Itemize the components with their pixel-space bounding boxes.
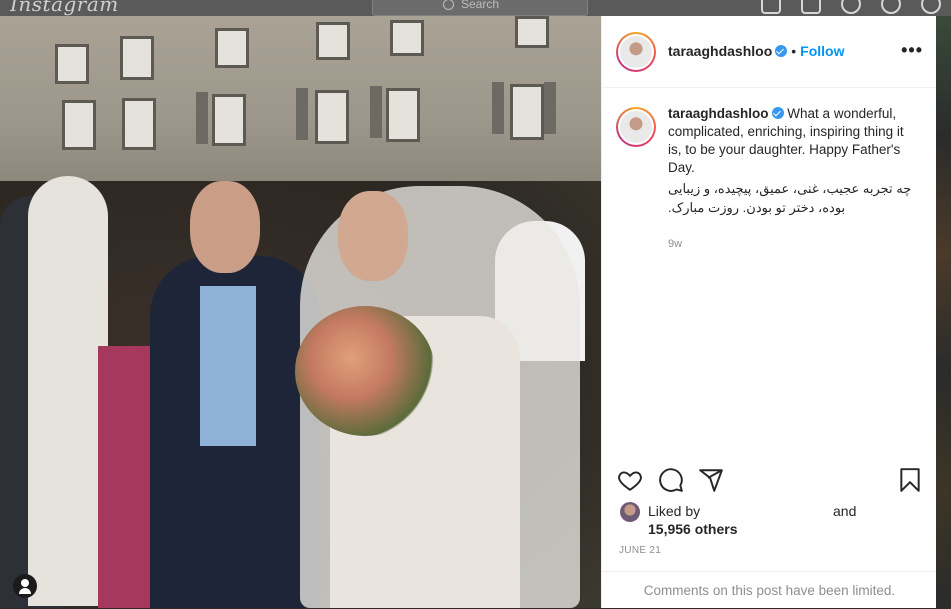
nav-icons — [761, 0, 941, 14]
heart-icon[interactable] — [881, 0, 901, 14]
caption-username[interactable]: taraaghdashloo — [668, 106, 769, 121]
save-bookmark-icon[interactable] — [897, 467, 923, 493]
verified-badge-icon — [771, 107, 784, 119]
author-avatar[interactable] — [616, 32, 656, 72]
header-author-row: taraaghdashloo • Follow — [668, 43, 844, 61]
photo-shutter — [196, 92, 208, 144]
photo-window — [62, 100, 96, 150]
photo-window — [316, 22, 350, 60]
tagged-users-icon[interactable] — [13, 574, 37, 598]
background-next-post — [936, 16, 951, 608]
separator-dot: • — [791, 43, 797, 59]
photo-bouquet — [295, 306, 435, 436]
verified-badge-icon — [775, 45, 788, 57]
photo-guest — [28, 176, 108, 606]
caption-time-ago[interactable]: 9w — [668, 235, 918, 253]
home-icon[interactable] — [761, 0, 781, 14]
photo-building — [0, 16, 601, 191]
liker-avatar[interactable] — [620, 502, 640, 522]
photo-shutter — [492, 82, 504, 134]
top-nav-bar: Instagram Search — [0, 0, 951, 16]
caption-text-fa-line2: بوده، دختر تو بودن. روزت مبارک. — [668, 200, 846, 215]
photo-window — [390, 20, 424, 56]
action-bar — [602, 464, 937, 500]
explore-icon[interactable] — [841, 0, 861, 14]
instagram-logo[interactable]: Instagram — [10, 0, 119, 16]
photo-father-head — [190, 181, 260, 273]
like-heart-icon[interactable] — [617, 467, 643, 493]
photo-window — [510, 84, 544, 140]
photo-father-shirt — [200, 286, 256, 446]
liked-by-and: and — [833, 503, 857, 519]
post-date[interactable]: JUNE 21 — [619, 545, 661, 556]
post-side-panel: taraaghdashloo • Follow ••• taraaghdashloo… — [601, 16, 937, 608]
photo-window — [215, 28, 249, 68]
direct-icon[interactable] — [801, 0, 821, 14]
photo-window — [120, 36, 154, 80]
caption-avatar[interactable] — [616, 107, 656, 147]
liked-by-label: Liked by — [648, 503, 701, 519]
profile-avatar[interactable] — [921, 0, 941, 14]
photo-shutter — [544, 82, 556, 134]
comment-icon[interactable] — [658, 467, 684, 493]
photo-bride-head — [338, 191, 408, 281]
photo-window — [315, 90, 349, 144]
comments-limited-notice: Comments on this post have been limited. — [602, 571, 937, 609]
share-icon[interactable] — [698, 467, 724, 493]
likes-others-count[interactable]: 15,956 others — [648, 520, 738, 538]
photo-shutter — [296, 88, 308, 140]
photo-window — [386, 88, 420, 142]
follow-button[interactable]: Follow — [800, 43, 844, 59]
photo-window — [515, 16, 549, 48]
more-options-icon[interactable]: ••• — [901, 40, 923, 61]
post-header: taraaghdashloo • Follow ••• — [602, 16, 937, 88]
photo-shutter — [370, 86, 382, 138]
search-input[interactable]: Search — [372, 0, 588, 16]
caption-text-fa-line1: چه تجربه عجیب، غنی، عمیق، پیچیده، و زیبا… — [668, 181, 912, 196]
search-placeholder: Search — [461, 0, 500, 11]
search-icon — [443, 0, 454, 10]
author-username[interactable]: taraaghdashloo — [668, 43, 772, 59]
photo-window — [212, 94, 246, 146]
caption: taraaghdashloo What a wonderful, complic… — [668, 105, 918, 253]
photo-window — [55, 44, 89, 84]
post-photo[interactable] — [0, 16, 601, 608]
photo-window — [122, 98, 156, 150]
